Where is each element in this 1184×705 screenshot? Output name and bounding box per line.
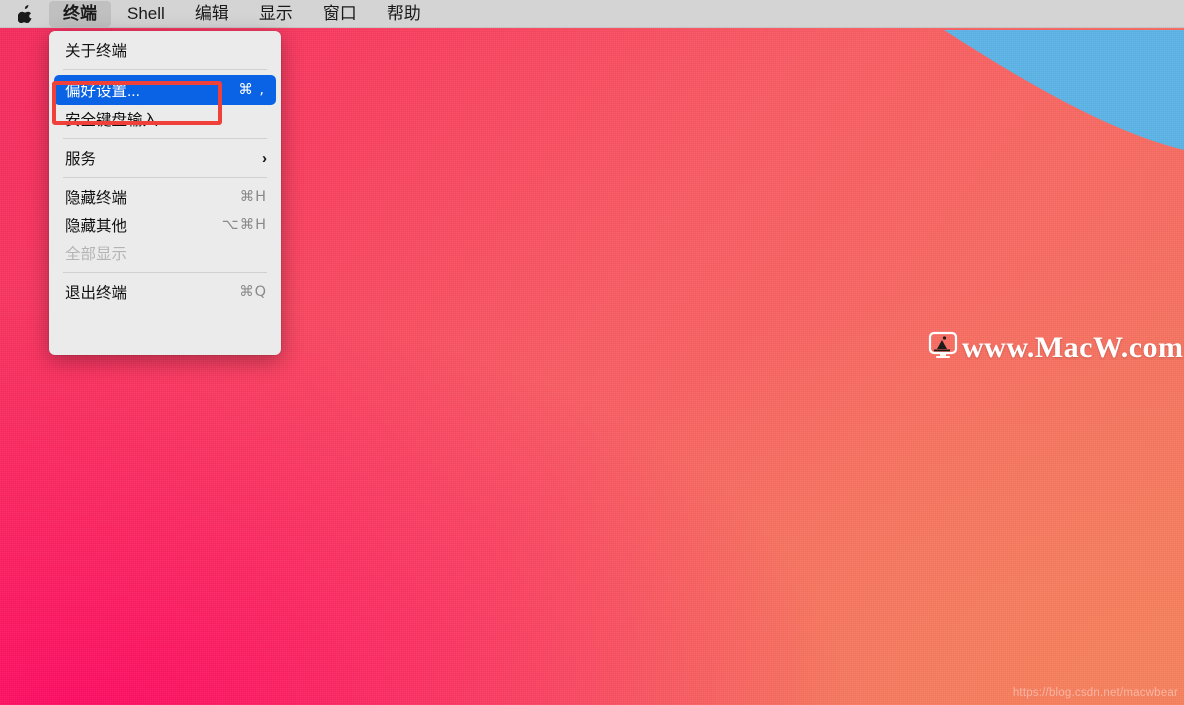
menubar-item-help[interactable]: 帮助 xyxy=(373,1,435,27)
menu-item-label: 隐藏其他 xyxy=(65,218,128,235)
menu-item-label: 关于终端 xyxy=(65,43,128,60)
menu-item-shortcut: ⌘H xyxy=(239,189,267,205)
menubar-item-view[interactable]: 显示 xyxy=(245,1,307,27)
menu-item-secure-keyboard-entry[interactable]: 安全键盘输入 xyxy=(49,105,281,133)
menu-item-shortcut: ⌘Q xyxy=(239,284,267,300)
menubar-item-shell[interactable]: Shell xyxy=(113,1,179,27)
menu-item-label: 服务 xyxy=(65,151,97,168)
menu-item-hide-others[interactable]: 隐藏其他 ⌥⌘H xyxy=(49,211,281,239)
menu-item-hide-terminal[interactable]: 隐藏终端 ⌘H xyxy=(49,183,281,211)
menu-item-about-terminal[interactable]: 关于终端 xyxy=(49,36,281,64)
menu-item-label: 隐藏终端 xyxy=(65,190,128,207)
menu-item-label: 全部显示 xyxy=(65,246,128,263)
menu-item-highlight: 偏好设置... ⌘ , xyxy=(54,75,276,105)
menu-item-shortcut: ⌥⌘H xyxy=(221,217,267,233)
menu-bar: 终端 Shell 编辑 显示 窗口 帮助 xyxy=(0,0,1184,28)
watermark-text: www.MacW.com xyxy=(962,330,1184,364)
menu-item-preferences[interactable]: 偏好设置... ⌘ , xyxy=(54,75,276,105)
monitor-icon xyxy=(928,330,958,365)
menu-item-shortcut: ⌘ , xyxy=(238,82,265,98)
menu-separator-1 xyxy=(63,69,267,70)
desktop-wallpaper: 终端 Shell 编辑 显示 窗口 帮助 关于终端 偏好设置... ⌘ , 安全… xyxy=(0,0,1184,705)
wallpaper-blue-swoosh xyxy=(944,30,1184,150)
menu-item-show-all: 全部显示 xyxy=(49,239,281,267)
menubar-item-edit[interactable]: 编辑 xyxy=(181,1,243,27)
menu-item-label: 安全键盘输入 xyxy=(65,112,159,129)
menu-separator-4 xyxy=(63,272,267,273)
menubar-item-window[interactable]: 窗口 xyxy=(309,1,371,27)
menu-item-label: 退出终端 xyxy=(65,285,128,302)
menu-separator-3 xyxy=(63,177,267,178)
menu-item-label: 偏好设置... xyxy=(65,83,140,100)
watermark: www.MacW.com xyxy=(928,330,1184,365)
footer-url: https://blog.csdn.net/macwbear xyxy=(1012,687,1178,699)
menubar-item-terminal[interactable]: 终端 xyxy=(49,1,111,27)
menu-separator-2 xyxy=(63,138,267,139)
menu-item-quit-terminal[interactable]: 退出终端 ⌘Q xyxy=(49,278,281,306)
menu-item-services[interactable]: 服务 › xyxy=(49,144,281,172)
apple-logo-icon[interactable] xyxy=(10,5,47,23)
chevron-right-icon: › xyxy=(262,149,267,167)
terminal-dropdown-menu: 关于终端 偏好设置... ⌘ , 安全键盘输入 服务 › 隐藏终端 ⌘H 隐藏其… xyxy=(49,31,281,355)
